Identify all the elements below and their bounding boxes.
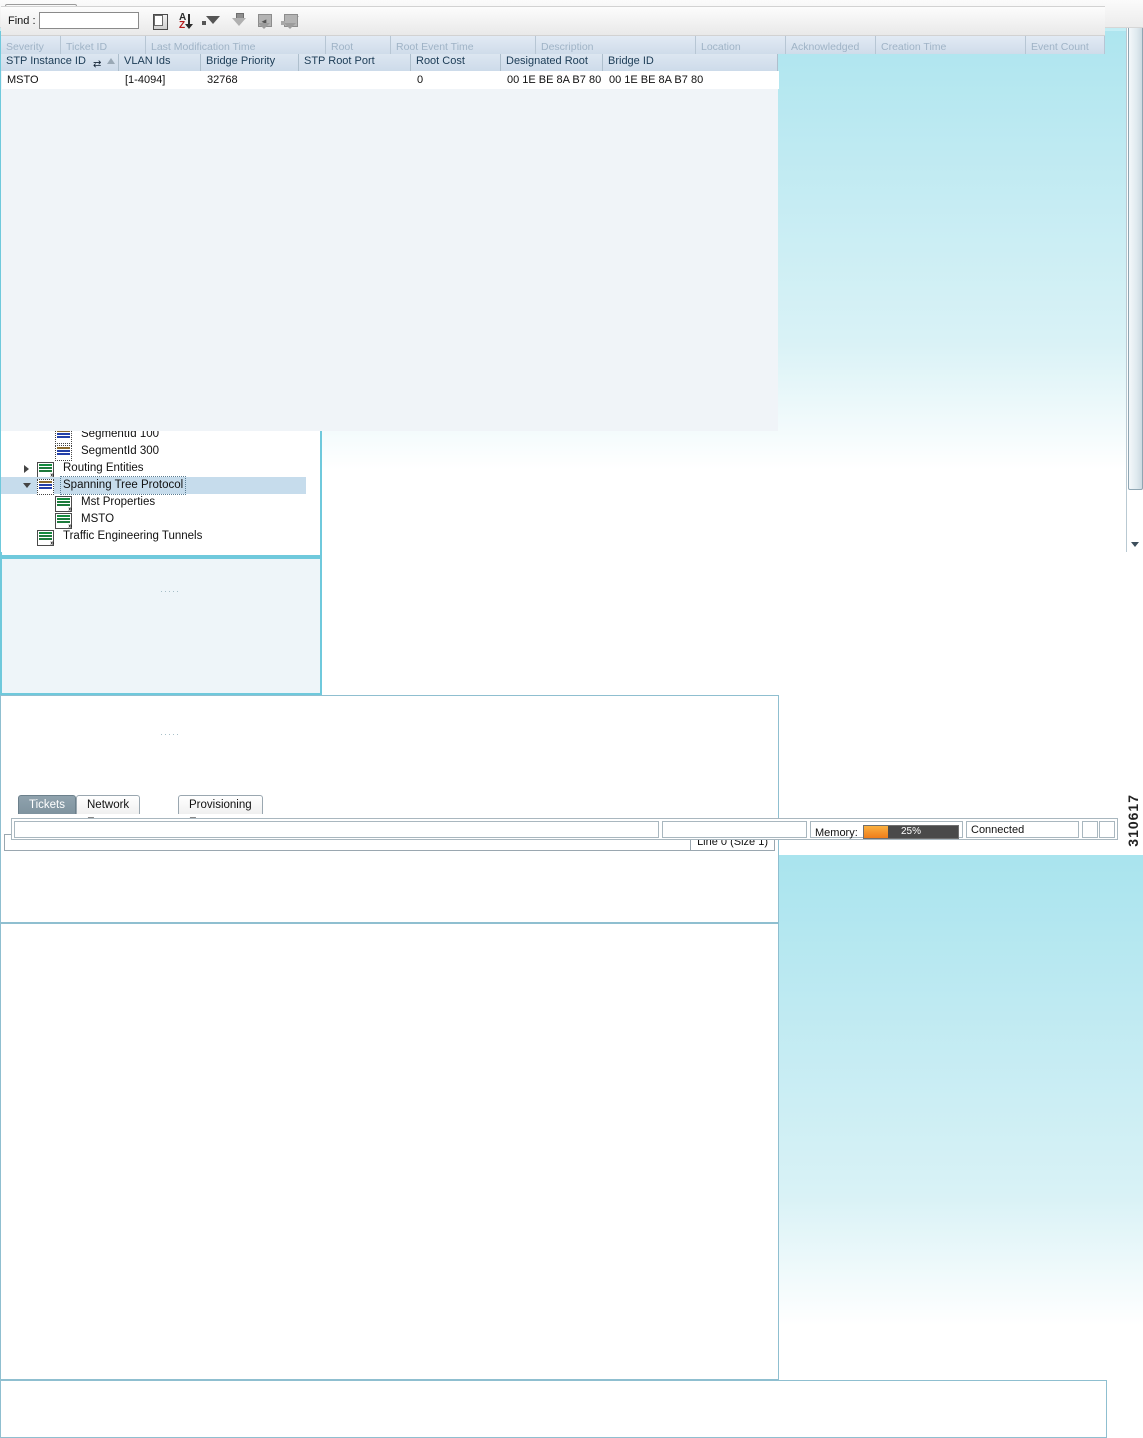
tree-item[interactable]: » Routing Entities	[1, 460, 306, 479]
column-header[interactable]: Location	[696, 36, 786, 54]
tree-item-label: MSTO	[81, 513, 115, 525]
column-header[interactable]: Acknowledged	[786, 36, 876, 54]
stp-table-body[interactable]: MSTO [1-4094] 32768 0 00 1E BE 8A B7 80 00 1E…	[1, 71, 779, 431]
table-cell: 0	[417, 74, 424, 86]
status-message-area	[14, 821, 659, 838]
column-header[interactable]: Ticket ID	[61, 36, 146, 54]
tab-network-events[interactable]: Network Events	[76, 795, 141, 829]
clear-filter-icon[interactable]	[231, 13, 248, 30]
status-secondary-area	[662, 821, 807, 838]
column-header[interactable]: Last Modification Time	[146, 36, 326, 54]
column-header-label: Severity	[6, 41, 44, 53]
status-slot-a	[1082, 821, 1098, 838]
filter-icon[interactable]	[204, 13, 221, 30]
table-green-icon: »	[55, 513, 72, 530]
table-row[interactable]: MSTO [1-4094] 32768 0 00 1E BE 8A B7 80 00 1E…	[2, 71, 779, 89]
column-header[interactable]: Bridge Priority	[201, 51, 299, 71]
column-header-label: Designated Root	[506, 55, 588, 67]
connection-status: Connected	[966, 821, 1079, 838]
column-header[interactable]: Description	[536, 36, 696, 54]
column-header-label: Acknowledged	[791, 41, 860, 53]
stp-instance-info-panel: STP Instance Info Table Find : AZ ◄ STP …	[0, 5, 779, 1380]
column-header-label: Root	[331, 41, 354, 53]
column-header[interactable]: Severity	[1, 36, 61, 54]
tree-item[interactable]: » MSTO	[1, 511, 306, 530]
table-green-icon: »	[55, 496, 72, 513]
column-header[interactable]: Designated Root	[501, 51, 603, 71]
tree-item[interactable]: SegmentId 300	[1, 443, 306, 461]
column-header[interactable]: Root Event Time	[391, 36, 536, 54]
tab-tickets[interactable]: Tickets	[18, 795, 76, 814]
table-cell: 32768	[207, 74, 238, 86]
stp-table-header: STP Instance ID ⇄ VLAN Ids Bridge Priority S…	[1, 51, 778, 72]
column-header[interactable]: STP Instance ID ⇄	[1, 51, 119, 71]
column-header[interactable]: Event Count	[1026, 36, 1105, 54]
filter-apply-icon[interactable]: ◄	[257, 13, 274, 30]
table-blue-icon	[55, 445, 72, 461]
tree-scroll-thumb[interactable]	[1128, 18, 1143, 490]
tree-vertical-scrollbar[interactable]	[1126, 1, 1143, 552]
tree-item-label: Spanning Tree Protocol	[59, 476, 187, 495]
table-green-icon: »	[37, 462, 54, 479]
column-header-label: Event Count	[1031, 41, 1089, 53]
memory-percent-label: 25%	[900, 826, 921, 837]
column-header-label: Root Cost	[416, 55, 465, 67]
sort-ascending-icon	[107, 58, 115, 64]
tickets-find-toolbar: Find : AZ ◄	[1, 6, 1105, 36]
table-cell: 00 1E BE 8A B7 80	[507, 74, 602, 86]
status-bar: Memory: 25% Connected	[11, 818, 1118, 840]
tree-splitter-grip[interactable]: ·····	[160, 586, 180, 596]
column-header-label: STP Instance ID	[6, 55, 86, 67]
memory-indicator: Memory: 25%	[810, 821, 963, 839]
tree-item[interactable]: Spanning Tree Protocol	[1, 476, 306, 495]
tree-item[interactable]: » Mst Properties	[1, 494, 306, 513]
table-cell: [1-4094]	[125, 74, 166, 86]
tree-item-label: SegmentId 300	[81, 445, 160, 457]
device-splitter-grip[interactable]: ·····	[160, 729, 180, 739]
sort-toggle-icon[interactable]: ⇄	[93, 55, 101, 71]
status-slot-b	[1099, 821, 1115, 838]
tree-item[interactable]: » Traffic Engineering Tunnels	[1, 528, 306, 547]
column-header-label: Bridge ID	[608, 55, 654, 67]
column-header[interactable]: Root Cost	[411, 51, 501, 71]
column-header-label: Last Modification Time	[151, 41, 256, 53]
tree-item-label: Traffic Engineering Tunnels	[63, 530, 203, 542]
column-header-label: Ticket ID	[66, 41, 108, 53]
figure-number: 310617	[1125, 794, 1141, 847]
column-header[interactable]: Root	[326, 36, 391, 54]
column-header-label: VLAN Ids	[124, 55, 171, 67]
column-header[interactable]: Creation Time	[876, 36, 1026, 54]
table-cell: MSTO	[7, 74, 39, 86]
memory-progress-bar: 25%	[863, 825, 959, 839]
table-blue-icon	[37, 479, 54, 495]
column-header[interactable]: VLAN Ids	[119, 51, 201, 71]
tickets-panel: Find : AZ ◄ Severity Ticket ID Last Modifi…	[0, 6, 1107, 1438]
column-header-label: STP Root Port	[304, 55, 375, 67]
memory-label: Memory:	[815, 827, 858, 839]
column-header-label: Root Event Time	[396, 41, 474, 53]
tree-item-label: Mst Properties	[81, 496, 156, 508]
tickets-table-header: Severity Ticket ID Last Modification Time R…	[1, 36, 1105, 54]
table-cell: 00 1E BE 8A B7 80	[609, 74, 704, 86]
filter-settings-icon[interactable]	[283, 13, 300, 30]
chevron-down-icon[interactable]	[23, 477, 32, 494]
tree-item-label: Routing Entities	[63, 462, 144, 474]
tickets-find-input[interactable]	[39, 12, 139, 29]
chevron-right-icon[interactable]	[23, 460, 32, 477]
table-green-icon: »	[37, 530, 54, 547]
device-view-panel: Device Zoom Best Fit 1 0 1 2 3 4 5	[0, 5, 322, 695]
table-cell	[300, 71, 412, 89]
column-header-label: Bridge Priority	[206, 55, 276, 67]
tickets-find-label: Find :	[8, 15, 36, 27]
export-table-icon[interactable]	[151, 13, 168, 30]
column-header-label: Description	[541, 41, 594, 53]
column-header[interactable]: Bridge ID	[603, 51, 778, 71]
application-window: V AGG-7604-TX [5M] Logical Inventory [2M…	[0, 0, 1143, 1438]
scroll-down-icon[interactable]	[1127, 537, 1142, 552]
sort-az-icon[interactable]: AZ	[177, 13, 194, 31]
column-header-label: Location	[701, 41, 741, 53]
column-header[interactable]: STP Root Port	[299, 51, 411, 71]
tab-provisioning-events[interactable]: Provisioning Events	[178, 795, 263, 829]
column-header-label: Creation Time	[881, 41, 947, 53]
